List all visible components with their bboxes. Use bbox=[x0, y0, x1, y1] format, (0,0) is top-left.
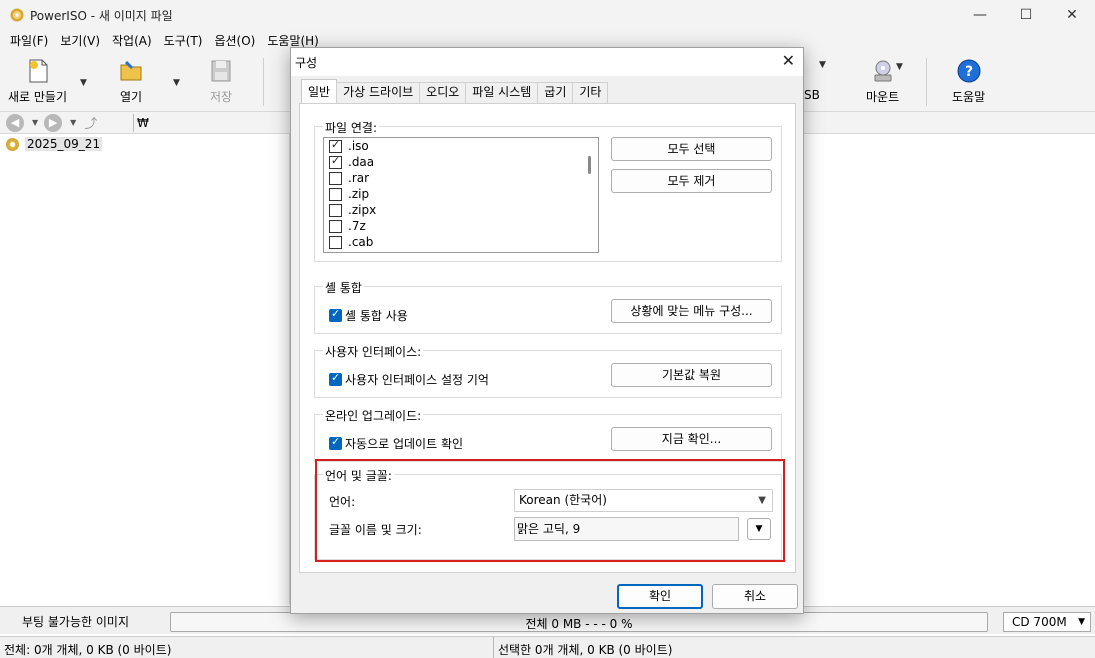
update-checkbox[interactable] bbox=[329, 435, 342, 450]
dialog-close-icon[interactable]: ✕ bbox=[782, 51, 795, 70]
toolbar-separator bbox=[926, 58, 927, 106]
remove-all-button[interactable]: 모두 제거 bbox=[611, 169, 772, 193]
restore-defaults-button[interactable]: 기본값 복원 bbox=[611, 363, 772, 387]
update-group: 온라인 업그레이드: 자동으로 업데이트 확인 지금 확인... bbox=[314, 407, 782, 462]
config-dialog: 구성 ✕ 일반 가상 드라이브 오디오 파일 시스템 굽기 기타 파일 연결: … bbox=[290, 47, 804, 614]
dialog-title-bar: 구성 ✕ bbox=[291, 48, 803, 76]
select-all-button[interactable]: 모두 선택 bbox=[611, 137, 772, 161]
file-list[interactable] bbox=[803, 134, 1095, 604]
new-button[interactable]: 새로 만들기 bbox=[8, 58, 67, 105]
help-button[interactable]: ? 도움말 bbox=[952, 58, 985, 105]
maximize-button[interactable]: ☐ bbox=[1003, 0, 1049, 30]
ui-title: 사용자 인터페이스: bbox=[323, 343, 424, 360]
capacity-progress-bar: 전체 0 MB - - - 0 % bbox=[170, 612, 988, 632]
checkbox[interactable] bbox=[329, 203, 342, 217]
file-assoc-group: 파일 연결: .iso .daa .rar .zip .zipx .7z .ca… bbox=[314, 119, 782, 262]
ok-button[interactable]: 확인 bbox=[617, 584, 703, 609]
list-item[interactable]: .daa bbox=[324, 154, 598, 170]
checkbox[interactable] bbox=[329, 138, 342, 153]
back-dropdown-icon[interactable]: ▼ bbox=[32, 118, 38, 127]
mount-dropdown-icon[interactable]: ▼ bbox=[896, 62, 903, 72]
minimize-button[interactable]: — bbox=[957, 0, 1003, 30]
new-file-icon bbox=[29, 59, 47, 83]
open-folder-icon bbox=[120, 60, 142, 81]
poweriso-disc-icon bbox=[10, 8, 24, 22]
capacity-progress-text: 전체 0 MB - - - 0 % bbox=[525, 617, 633, 631]
update-checkbox-row[interactable]: 자동으로 업데이트 확인 bbox=[329, 435, 463, 452]
tab-file-system[interactable]: 파일 시스템 bbox=[465, 82, 539, 103]
checkbox[interactable] bbox=[329, 219, 342, 233]
help-question-icon: ? bbox=[957, 59, 981, 83]
window-title: PowerISO - 새 이미지 파일 bbox=[30, 8, 173, 23]
list-item[interactable]: .cab bbox=[324, 234, 598, 250]
shell-checkbox-row[interactable]: 셸 통합 사용 bbox=[329, 307, 408, 324]
tab-other[interactable]: 기타 bbox=[572, 82, 609, 103]
back-arrow-icon[interactable]: ◀ bbox=[6, 113, 24, 132]
list-item[interactable]: .zip bbox=[324, 186, 598, 202]
usb-button[interactable]: SB bbox=[804, 88, 820, 102]
tab-general[interactable]: 일반 bbox=[301, 79, 338, 103]
toolbar-separator bbox=[263, 58, 264, 106]
mount-button[interactable]: 마운트 bbox=[866, 58, 899, 105]
tab-virtual-drive[interactable]: 가상 드라이브 bbox=[336, 82, 421, 103]
save-disk-icon bbox=[211, 60, 231, 82]
update-title: 온라인 업그레이드: bbox=[323, 407, 424, 424]
ui-checkbox[interactable] bbox=[329, 371, 342, 386]
list-item[interactable]: .iso bbox=[324, 138, 598, 154]
forward-arrow-icon[interactable]: ▶ bbox=[44, 113, 63, 132]
checkbox[interactable] bbox=[329, 235, 342, 249]
ui-checkbox-row[interactable]: 사용자 인터페이스 설정 기억 bbox=[329, 371, 489, 388]
new-dropdown-icon[interactable]: ▼ bbox=[80, 78, 87, 88]
chevron-down-icon: ▼ bbox=[1078, 617, 1085, 627]
menu-view[interactable]: 보기(V) bbox=[54, 30, 106, 52]
dialog-title: 구성 bbox=[295, 56, 318, 70]
check-now-button[interactable]: 지금 확인... bbox=[611, 427, 772, 451]
list-item[interactable]: .zipx bbox=[324, 202, 598, 218]
list-scrollbar-thumb[interactable] bbox=[588, 156, 591, 174]
disc-image-icon bbox=[6, 137, 19, 151]
ui-group: 사용자 인터페이스: 사용자 인터페이스 설정 기억 기본값 복원 bbox=[314, 343, 782, 398]
list-item[interactable]: .7z bbox=[324, 218, 598, 234]
tab-burn[interactable]: 굽기 bbox=[537, 82, 574, 103]
total-objects-text: 전체: 0개 개체, 0 KB (0 바이트) bbox=[4, 643, 172, 657]
checkbox[interactable] bbox=[329, 154, 342, 169]
title-bar: PowerISO - 새 이미지 파일 — ☐ ✕ bbox=[0, 0, 1095, 30]
open-dropdown-icon[interactable]: ▼ bbox=[173, 78, 180, 88]
shell-group: 셸 통합 셸 통합 사용 상황에 맞는 메뉴 구성... bbox=[314, 279, 782, 334]
status-bar-bottom: 전체: 0개 개체, 0 KB (0 바이트) 선택한 0개 개체, 0 KB … bbox=[0, 636, 1095, 658]
open-button[interactable]: 열기 bbox=[118, 58, 144, 105]
menu-tools[interactable]: 도구(T) bbox=[158, 30, 209, 52]
file-assoc-title: 파일 연결: bbox=[323, 119, 380, 136]
shell-title: 셸 통합 bbox=[323, 279, 364, 296]
up-folder-icon[interactable]: ⤴ bbox=[84, 113, 97, 132]
menu-action[interactable]: 작업(A) bbox=[106, 30, 158, 52]
checkbox[interactable] bbox=[329, 187, 342, 201]
menu-options[interactable]: 옵션(O) bbox=[208, 30, 261, 52]
file-assoc-list[interactable]: .iso .daa .rar .zip .zipx .7z .cab bbox=[323, 137, 599, 253]
selected-objects-text: 선택한 0개 개체, 0 KB (0 바이트) bbox=[493, 637, 672, 658]
mount-drive-icon bbox=[874, 60, 892, 82]
context-menu-button[interactable]: 상황에 맞는 메뉴 구성... bbox=[611, 299, 772, 323]
folder-tree: 2025_09_21 bbox=[0, 134, 290, 604]
highlight-box bbox=[315, 459, 785, 562]
list-item[interactable]: .rar bbox=[324, 170, 598, 186]
svg-text:?: ? bbox=[965, 64, 973, 80]
boot-status-label: 부팅 불가능한 이미지 bbox=[22, 615, 129, 629]
media-size-select[interactable]: CD 700M ▼ bbox=[1003, 612, 1091, 632]
menu-file[interactable]: 파일(F) bbox=[4, 30, 54, 52]
usb-dropdown-icon[interactable]: ▼ bbox=[819, 60, 826, 70]
forward-dropdown-icon[interactable]: ▼ bbox=[70, 118, 76, 127]
tab-audio[interactable]: 오디오 bbox=[419, 82, 467, 103]
close-window-button[interactable]: ✕ bbox=[1049, 0, 1095, 30]
tab-strip: 일반 가상 드라이브 오디오 파일 시스템 굽기 기타 bbox=[301, 79, 609, 103]
tree-item-root[interactable]: 2025_09_21 bbox=[6, 137, 103, 151]
save-button[interactable]: 저장 bbox=[208, 58, 234, 105]
cancel-button[interactable]: 취소 bbox=[712, 584, 798, 609]
shell-checkbox[interactable] bbox=[329, 307, 342, 322]
checkbox[interactable] bbox=[329, 171, 342, 185]
